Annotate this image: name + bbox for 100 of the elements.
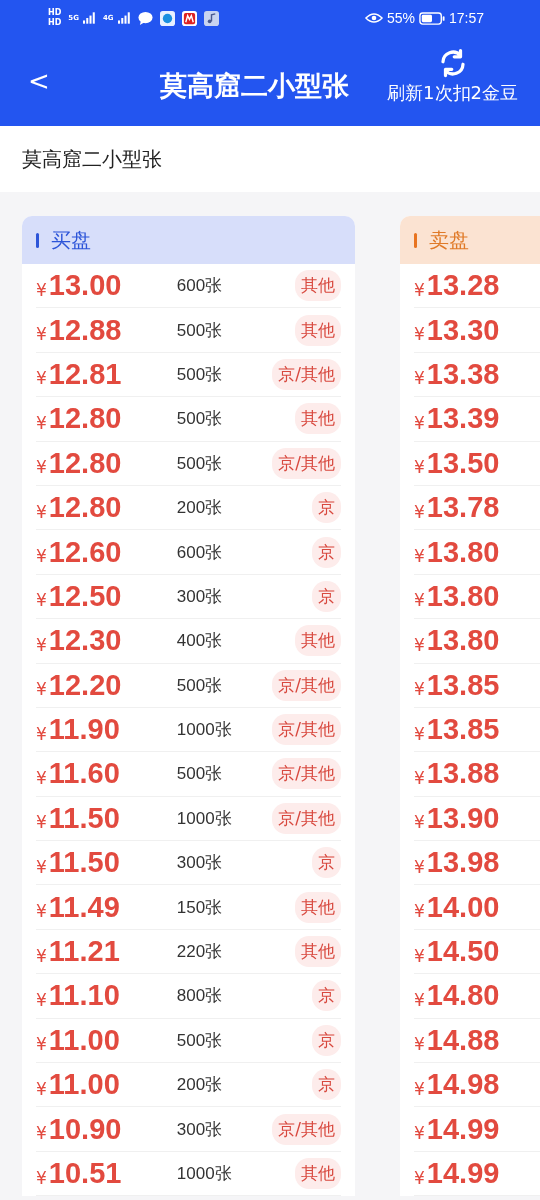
accent-bar-icon [36,232,39,248]
currency-symbol: ¥ [36,457,47,478]
currency-symbol: ¥ [36,1078,47,1099]
price: 12.60 [48,535,123,569]
price: 11.10 [48,979,121,1013]
currency-symbol: ¥ [36,768,47,788]
tag: 京/其他 [272,447,341,479]
eye-icon [364,12,383,24]
price: 13.00 [48,269,123,303]
currency-symbol: ¥ [36,501,47,522]
currency-symbol: ¥ [36,1123,47,1144]
tag: 其他 [295,1158,341,1189]
tag: 其他 [295,891,341,923]
tag: 京 [312,492,341,524]
quantity: 1000张 [176,1163,233,1185]
chat-bubble-icon [137,10,153,26]
tag: 京/其他 [272,802,341,834]
quantity: 200张 [176,497,224,520]
price: 10.51 [48,1157,123,1190]
price: 12.20 [48,668,123,702]
currency-symbol: ¥ [414,1034,425,1055]
quantity: 500张 [176,408,224,431]
signal-icon [82,12,96,24]
currency-symbol: ¥ [414,812,425,833]
price: 14.99 [426,1157,501,1190]
currency-symbol: ¥ [36,324,47,345]
quantity: 500张 [176,319,224,342]
price: 14.99 [426,1112,501,1146]
quantity: 500张 [176,763,224,786]
quantity: 1000张 [176,807,233,830]
price: 13.80 [426,535,501,569]
price: 14.00 [426,890,501,924]
price: 12.88 [48,313,123,347]
price: 12.50 [48,579,123,613]
price: 11.60 [48,757,121,791]
tag: 京/其他 [272,758,341,790]
price: 11.49 [48,890,121,924]
tag: 京 [312,1024,341,1056]
price: 13.80 [426,624,501,658]
price: 13.50 [426,446,501,480]
battery-percentage: 55% [386,10,415,26]
quantity: 500张 [176,1029,224,1052]
tag: 其他 [295,936,341,968]
price: 14.98 [426,1068,501,1102]
price: 13.85 [426,713,501,747]
currency-symbol: ¥ [36,279,47,300]
currency-symbol: ¥ [414,546,425,567]
price: 13.38 [426,357,501,391]
currency-symbol: ¥ [414,501,425,522]
currency-symbol: ¥ [36,412,47,433]
currency-symbol: ¥ [414,412,425,433]
currency-symbol: ¥ [414,723,425,744]
currency-symbol: ¥ [414,279,425,300]
back-button[interactable]: < [20,66,58,96]
quantity: 500张 [176,363,224,386]
card-title: 卖盘 [429,226,469,254]
currency-symbol: ¥ [414,634,425,655]
currency-symbol: ¥ [36,546,47,567]
currency-symbol: ¥ [414,1078,425,1099]
hd-label: HD [48,8,62,18]
price: 14.80 [426,979,501,1013]
currency-symbol: ¥ [36,945,47,966]
currency-symbol: ¥ [36,1034,47,1055]
price: 12.80 [48,491,123,525]
price: 12.30 [48,624,123,658]
currency-symbol: ¥ [414,945,425,966]
currency-symbol: ¥ [414,1167,425,1188]
refresh-cost-note: 刷新1次扣2金豆 [387,82,518,104]
quantity: 500张 [176,452,224,475]
price: 13.28 [426,269,501,303]
price: 11.50 [48,846,121,880]
quantity: 300张 [176,852,224,875]
currency-symbol: ¥ [36,634,47,655]
signal-icon [117,12,131,24]
price: 11.90 [48,713,121,747]
hd-label: HD [48,18,62,28]
price: 11.50 [48,801,121,835]
tag: 京 [312,580,341,612]
accent-bar-icon [414,232,417,248]
clock: 17:57 [448,10,484,26]
price: 13.39 [426,402,501,436]
currency-symbol: ¥ [414,856,425,877]
currency-symbol: ¥ [36,1167,47,1188]
price: 13.80 [426,579,501,613]
currency-symbol: ¥ [414,368,425,389]
price: 14.88 [426,1023,501,1057]
price: 12.81 [48,357,123,391]
tag: 京 [312,536,341,568]
currency-symbol: ¥ [414,901,425,922]
battery-icon [418,11,445,25]
quantity: 800张 [176,985,224,1008]
tag: 其他 [295,625,341,657]
quantity: 500张 [176,674,224,697]
currency-symbol: ¥ [36,679,47,700]
currency-symbol: ¥ [36,590,47,611]
price: 13.78 [426,491,501,525]
quantity: 1000张 [176,719,233,742]
currency-symbol: ¥ [414,457,425,478]
price: 11.21 [48,935,121,969]
price: 13.88 [426,757,501,791]
